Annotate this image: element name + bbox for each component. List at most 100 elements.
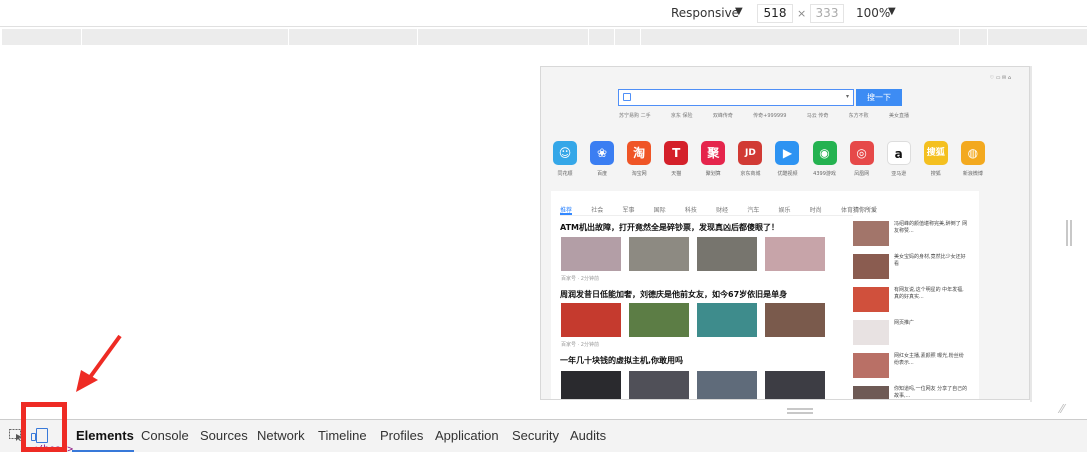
app-label: 京东商城: [740, 171, 761, 177]
news-thumbnail[interactable]: [697, 303, 757, 337]
news-tab[interactable]: 军事: [622, 205, 634, 215]
app-shortcut[interactable]: T 天猫: [661, 141, 691, 177]
devtools-window: Responsive ▼ 518 × 333 100% ▼ ♡ ▭ ✉ ⌂ ▾ …: [0, 0, 1087, 452]
app-icon: ◍: [960, 141, 985, 165]
thumbnail: [853, 353, 889, 378]
headline[interactable]: 一年几十块钱的虚拟主机,你敢用吗: [560, 355, 683, 366]
app-shortcut[interactable]: ❀ 百度: [587, 141, 617, 177]
thumbnail: [853, 320, 889, 345]
zoom-select[interactable]: 100%: [856, 6, 890, 20]
thumb-row: [561, 303, 825, 337]
news-thumbnail[interactable]: [629, 237, 689, 271]
news-tab[interactable]: 国际: [654, 205, 666, 215]
news-tab[interactable]: 体育: [841, 205, 853, 215]
news-tab[interactable]: 时尚: [810, 205, 822, 215]
hot-link[interactable]: 京东 保险: [671, 112, 693, 119]
list-item-text: 你知道吗,一位网友 分享了自己的故事,...: [894, 386, 968, 399]
tab-timeline[interactable]: Timeline: [318, 428, 367, 443]
news-thumbnail[interactable]: [697, 371, 757, 399]
tab-profiles[interactable]: Profiles: [380, 428, 423, 443]
app-icon: JD: [738, 141, 763, 165]
viewport-width-input[interactable]: 518: [757, 4, 793, 23]
thumbnail: [853, 221, 889, 246]
chevron-down-icon[interactable]: ▾: [846, 93, 849, 100]
app-icon: ◉: [812, 141, 837, 165]
device-toolbar: Responsive ▼ 518 × 333 100% ▼: [0, 0, 1087, 27]
list-item-text: 网页推广: [894, 320, 915, 326]
hot-link[interactable]: 双峰传奇: [713, 112, 733, 119]
search-button[interactable]: 搜一下: [856, 89, 902, 106]
app-shortcut[interactable]: ▶ 优酷视频: [772, 141, 802, 177]
hot-links: 苏宁易购 二手 京东 保险 双峰传奇 传奇+999999 马云 传奇 东方不败 …: [619, 112, 909, 119]
hot-link[interactable]: 传奇+999999: [753, 112, 786, 119]
headline[interactable]: 周润发昔日低能加奢，刘德庆是他前女友，如今67岁依旧是单身: [560, 289, 787, 300]
news-meta: 百家号 · 2分钟前: [561, 342, 599, 348]
topright-links[interactable]: ♡ ▭ ✉ ⌂: [990, 75, 1011, 81]
search-input[interactable]: ▾: [618, 89, 854, 106]
emulated-viewport[interactable]: ♡ ▭ ✉ ⌂ ▾ 搜一下 苏宁易购 二手 京东 保险 双峰传奇 传奇+9999…: [540, 66, 1030, 400]
app-shortcut[interactable]: ◍ 新浪微博: [958, 141, 988, 177]
news-thumbnail[interactable]: [697, 237, 757, 271]
list-item[interactable]: 网红女主播,素颜照 曝光,粉丝纷纷表示...: [853, 353, 969, 378]
list-item-text: 冯绍峰的颜值堪称完美,醉倒了 网友称赞...: [894, 221, 968, 234]
app-icon: 搜狐: [923, 141, 948, 165]
thumbnail: [853, 254, 889, 279]
hot-link[interactable]: 东方不败: [849, 112, 869, 119]
device-mode-select[interactable]: Responsive: [671, 6, 739, 20]
tab-elements[interactable]: Elements: [76, 428, 134, 443]
headline[interactable]: ATM机出故障，打开竟然全是碎钞票，发现真凶后都傻眼了！: [560, 222, 779, 233]
recommend-sidebar: 猜你所爱 冯绍峰的颜值堪称完美,醉倒了 网友称赞... 美女宝妈的身材,竟然比少…: [853, 205, 969, 399]
list-item[interactable]: 有网友说,这个明星的 中年发福,真的好真实...: [853, 287, 969, 312]
news-tab[interactable]: 财经: [716, 205, 728, 215]
chevron-down-icon[interactable]: ▼: [888, 6, 896, 17]
app-label: 亚马逊: [891, 171, 907, 177]
hot-link[interactable]: 苏宁易购 二手: [619, 112, 651, 119]
news-thumbnail[interactable]: [629, 371, 689, 399]
tab-sources[interactable]: Sources: [200, 428, 248, 443]
camera-icon[interactable]: [623, 93, 631, 101]
app-icon: ☺: [553, 141, 577, 165]
app-shortcut[interactable]: 淘淘宝网: [624, 141, 654, 177]
app-shortcut[interactable]: JD 京东商城: [735, 141, 765, 177]
news-tab[interactable]: 社会: [591, 205, 603, 215]
resize-corner-icon[interactable]: ⁄⁄: [1060, 402, 1064, 416]
app-shortcut[interactable]: 搜狐 搜狐: [921, 141, 951, 177]
list-item[interactable]: 你知道吗,一位网友 分享了自己的故事,...: [853, 386, 969, 399]
app-label: 百度: [597, 171, 608, 177]
app-shortcut[interactable]: ◉ 4399游戏: [810, 141, 840, 177]
news-tab[interactable]: 汽车: [747, 205, 759, 215]
news-thumbnail[interactable]: [765, 371, 825, 399]
hot-link[interactable]: 马云 传奇: [807, 112, 829, 119]
tab-network[interactable]: Network: [257, 428, 305, 443]
news-thumbnail[interactable]: [561, 303, 621, 337]
app-shortcut[interactable]: a 亚马逊: [884, 141, 914, 177]
news-thumbnail[interactable]: [561, 237, 621, 271]
chevron-down-icon[interactable]: ▼: [735, 6, 743, 17]
app-shortcut[interactable]: 聚聚划算: [698, 141, 728, 177]
app-icon: 淘: [627, 141, 652, 165]
news-thumbnail[interactable]: [765, 237, 825, 271]
list-item[interactable]: 冯绍峰的颜值堪称完美,醉倒了 网友称赞...: [853, 221, 969, 246]
app-shortcut[interactable]: ◎ 凤凰网: [847, 141, 877, 177]
tab-security[interactable]: Security: [512, 428, 559, 443]
app-icon: ▶: [775, 141, 800, 165]
list-item[interactable]: 网页推广: [853, 320, 969, 345]
list-item[interactable]: 美女宝妈的身材,竟然比少女还好 看: [853, 254, 969, 279]
tab-audits[interactable]: Audits: [570, 428, 606, 443]
news-tab[interactable]: 娱乐: [779, 205, 791, 215]
app-label: 优酷视频: [777, 171, 798, 177]
app-shortcuts: ☺ 同花顺 ❀ 百度 淘淘宝网 T 天猫 聚聚划算 JD 京东商城 ▶ 优酷视频 ◉ 4399游戏 ◎ 凤凰网…: [550, 141, 988, 177]
news-thumbnail[interactable]: [629, 303, 689, 337]
viewport-width-resize-handle[interactable]: [1066, 220, 1072, 246]
tab-application[interactable]: Application: [435, 428, 499, 443]
viewport-height-input[interactable]: 333: [810, 4, 844, 23]
news-thumbnail[interactable]: [561, 371, 621, 399]
news-thumbnail[interactable]: [765, 303, 825, 337]
news-tab[interactable]: 科技: [685, 205, 697, 215]
app-shortcut[interactable]: ☺ 同花顺: [550, 141, 580, 177]
hot-link[interactable]: 美女直播: [889, 112, 909, 119]
tab-console[interactable]: Console: [141, 428, 189, 443]
news-tab[interactable]: 推荐: [560, 205, 573, 215]
media-query-ruler[interactable]: [2, 29, 1087, 45]
viewport-height-resize-handle[interactable]: [787, 408, 813, 414]
